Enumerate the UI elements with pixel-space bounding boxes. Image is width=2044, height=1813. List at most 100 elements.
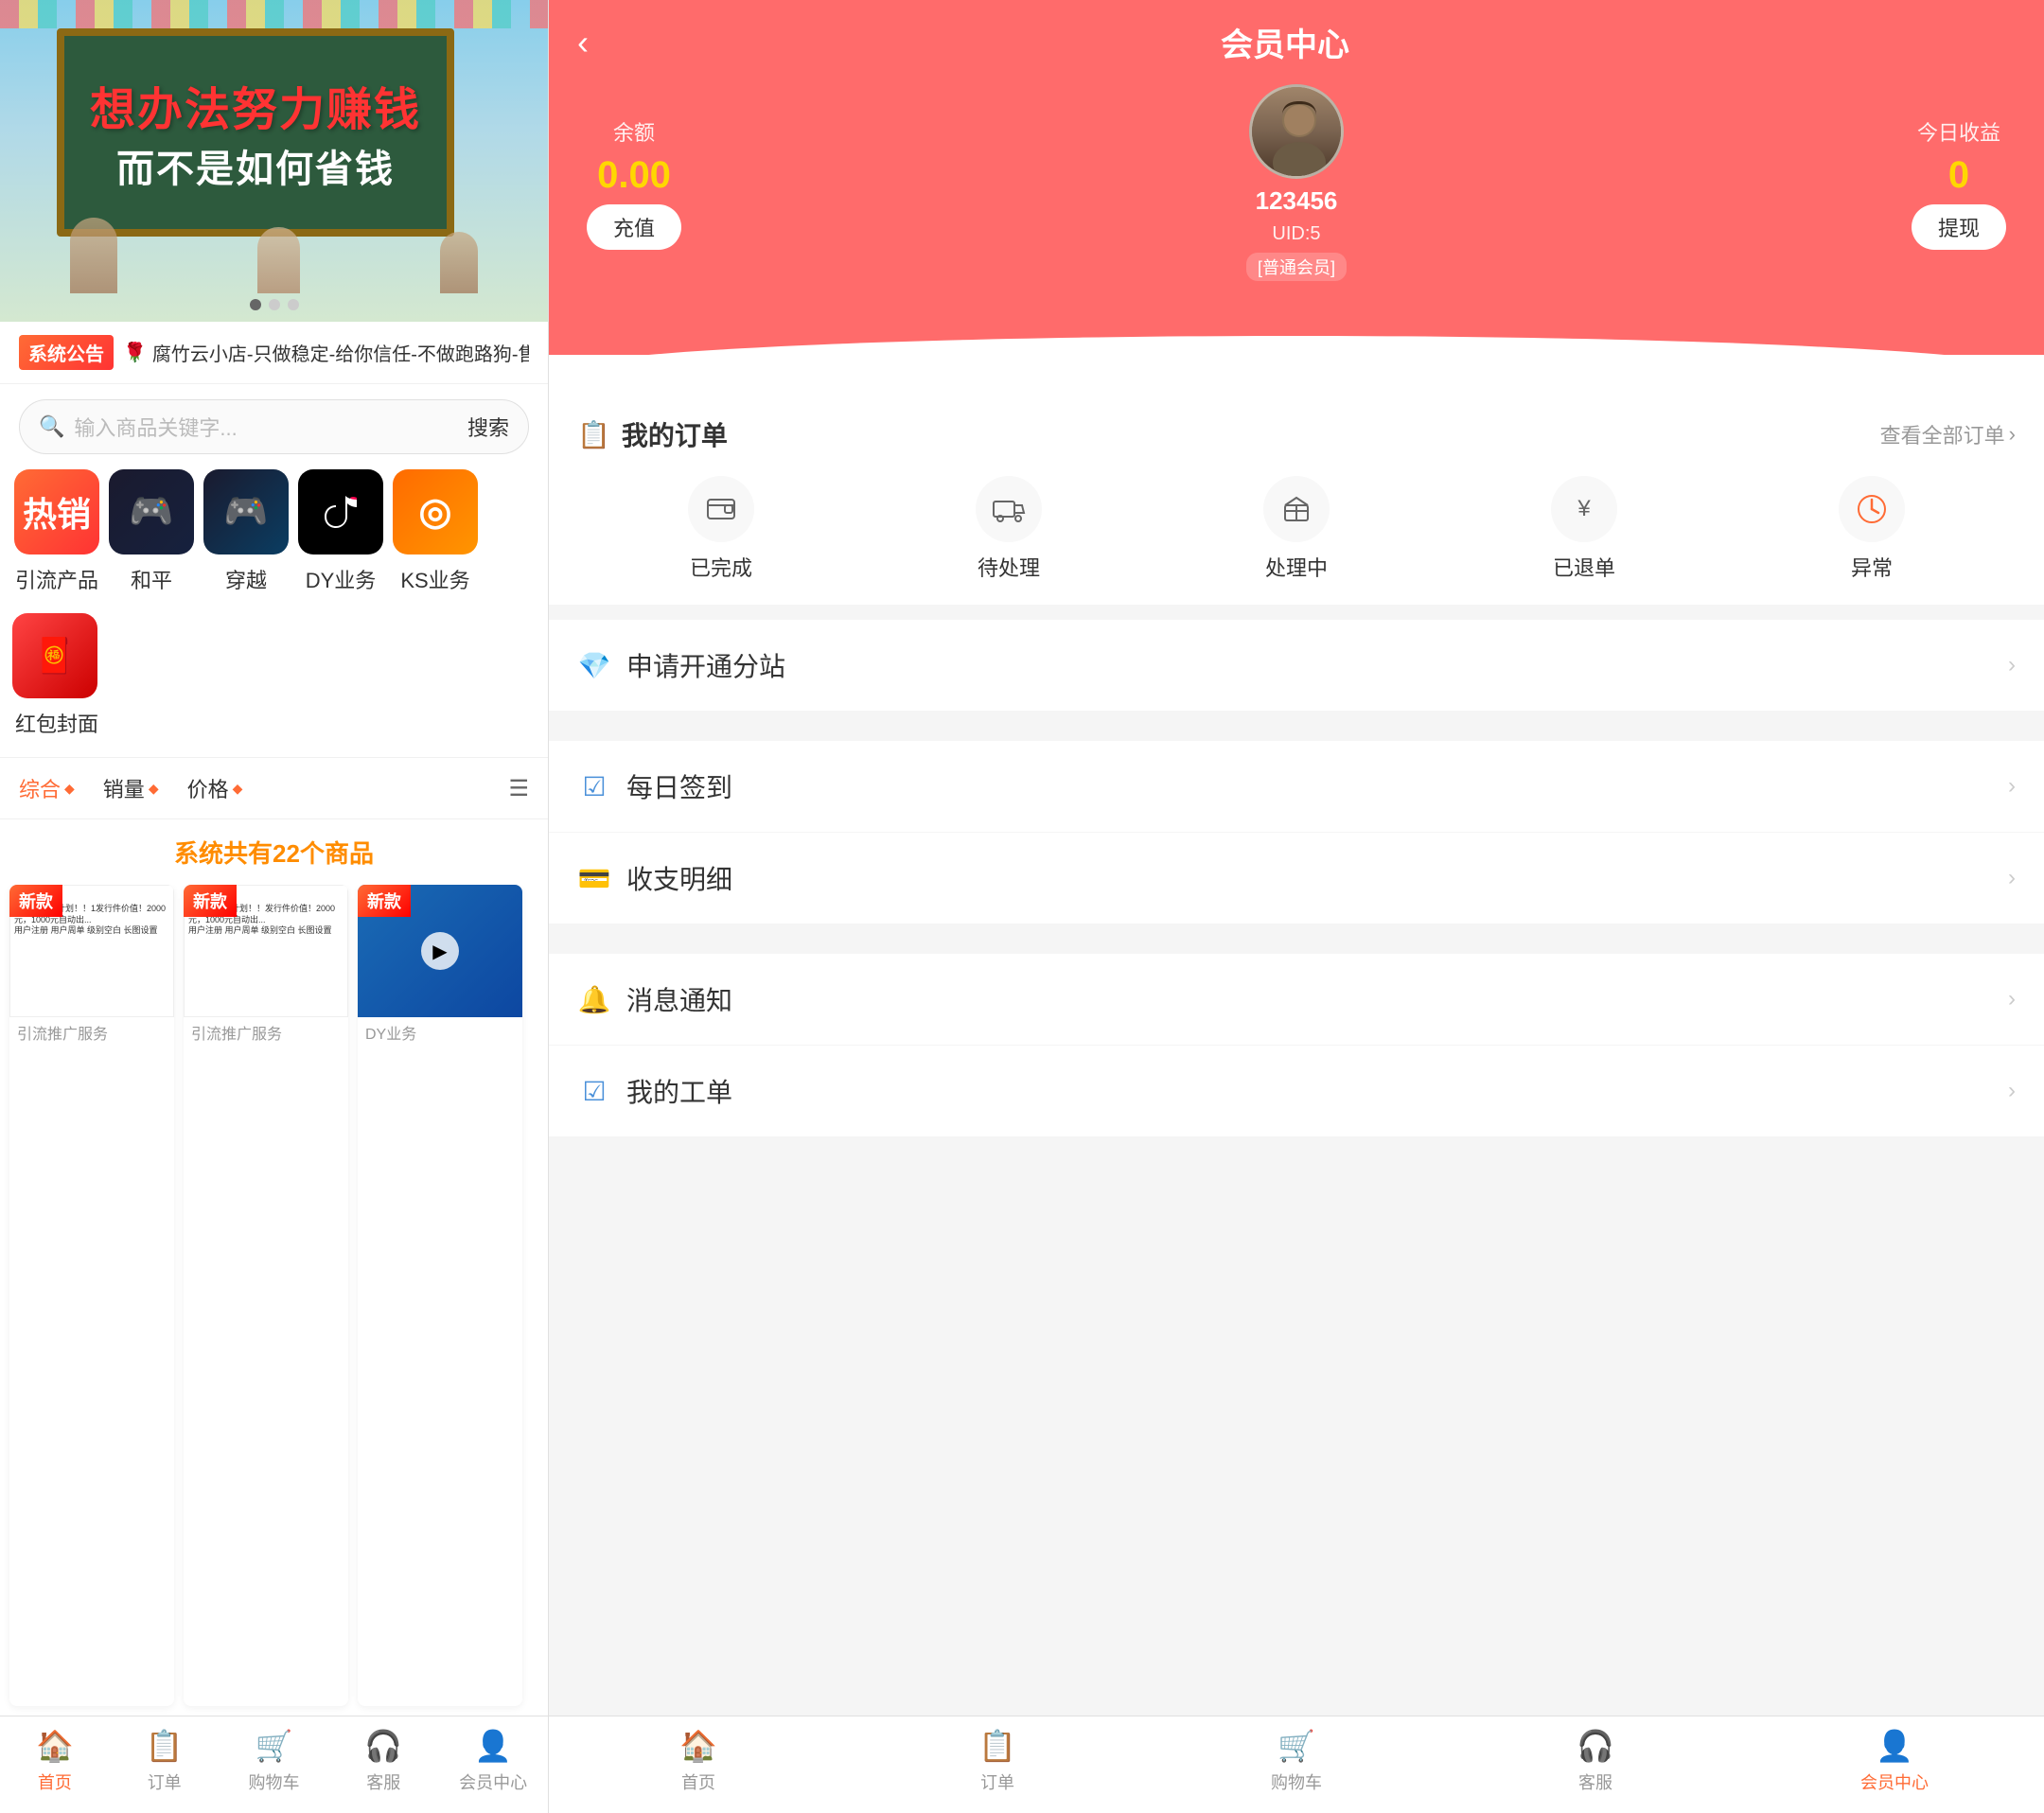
dot-3 — [288, 299, 299, 310]
search-placeholder[interactable]: 输入商品关键字... — [74, 412, 467, 442]
notification-label: 消息通知 — [626, 980, 2008, 1018]
avatar-image — [1252, 87, 1341, 176]
play-button: ▶ — [421, 932, 459, 970]
right-nav-service[interactable]: 🎧 客服 — [1446, 1728, 1745, 1794]
notification-icon: 🔔 — [577, 984, 611, 1015]
sort-composite[interactable]: 综合 ◆ — [19, 773, 75, 803]
menu-section: 💎 申请开通分站 › — [549, 620, 2044, 711]
user-uid: UID:5 — [1272, 223, 1320, 245]
status-processing[interactable]: 处理中 — [1263, 476, 1330, 582]
announcement-content: 腐竹云小店-只做稳定-给你信任-不做跑路狗-售后稳定 — [152, 339, 529, 366]
right-nav-order[interactable]: 📋 订单 — [848, 1728, 1147, 1794]
balance-amount: 0.00 — [597, 154, 671, 197]
product-card-info-2: 引流推广服务 — [184, 1017, 348, 1049]
balance-label: 余额 — [613, 116, 655, 147]
view-all-text: 查看全部订单 — [1880, 419, 2005, 449]
chuyue-icon: 🎮 — [223, 491, 268, 533]
heart-icon: 🌹 — [123, 341, 147, 364]
right-member-icon: 👤 — [1876, 1728, 1913, 1764]
diamond-icon-2: ◆ — [149, 781, 159, 797]
decorative-flags — [0, 0, 548, 28]
nav-order[interactable]: 📋 订单 — [110, 1728, 220, 1794]
checkin-icon: ☑ — [577, 771, 611, 802]
balance-section: 余额 0.00 充值 — [587, 116, 681, 250]
withdraw-button[interactable]: 提现 — [1912, 204, 2006, 250]
avatar — [1249, 84, 1344, 179]
finance-arrow: › — [2008, 865, 2016, 891]
status-pending[interactable]: 待处理 — [976, 476, 1042, 582]
nav-cart[interactable]: 🛒 购物车 — [220, 1728, 329, 1794]
notification-arrow: › — [2008, 986, 2016, 1012]
sort-price-label: 价格 — [187, 773, 229, 803]
banner-line1: 想办法努力赚钱 — [90, 72, 421, 138]
ks-icon: ◎ — [419, 490, 452, 534]
search-button[interactable]: 搜索 — [467, 412, 509, 442]
list-view-icon[interactable]: ☰ — [508, 775, 529, 802]
category-dy[interactable]: DY业务 — [293, 469, 388, 594]
status-cancelled[interactable]: ¥ 已退单 — [1551, 476, 1617, 582]
member-header: ‹ 会员中心 余额 0.00 充值 — [549, 0, 2044, 357]
status-icon-abnormal — [1839, 476, 1905, 542]
menu-worklist[interactable]: ☑ 我的工单 › — [549, 1046, 2044, 1136]
nav-member[interactable]: 👤 会员中心 — [438, 1728, 548, 1794]
status-label-completed: 已完成 — [690, 552, 752, 582]
product-count: 系统共有22个商品 — [0, 819, 548, 885]
status-icon-completed — [688, 476, 754, 542]
menu-notification[interactable]: 🔔 消息通知 › — [549, 954, 2044, 1046]
avatar-section: 123456 UID:5 [普通会员] — [1246, 84, 1347, 281]
hot-text: 热销 — [23, 487, 91, 537]
service-icon: 🎧 — [364, 1728, 402, 1764]
product-card-2[interactable]: 贯维精品货 云计算个人计划！！发行件价值！2000元，1000元自动出...用户… — [184, 885, 348, 1706]
announcement-text: 🌹 腐竹云小店-只做稳定-给你信任-不做跑路狗-售后稳定 🌹 — [123, 339, 529, 366]
right-content: 📋 我的订单 查看全部订单 › — [549, 393, 2044, 1716]
service-label: 客服 — [366, 1769, 400, 1794]
banner: 想办法努力赚钱 而不是如何省钱 — [0, 0, 548, 322]
nav-service[interactable]: 🎧 客服 — [328, 1728, 438, 1794]
right-cart-label: 购物车 — [1271, 1769, 1322, 1794]
recharge-button[interactable]: 充值 — [587, 204, 681, 250]
sort-price[interactable]: 价格 ◆ — [187, 773, 243, 803]
orders-title: 📋 我的订单 — [577, 415, 728, 453]
sort-sales[interactable]: 销量 ◆ — [103, 773, 159, 803]
status-icon-cancelled: ¥ — [1551, 476, 1617, 542]
wallet-icon — [704, 492, 738, 526]
status-label-pending: 待处理 — [978, 552, 1040, 582]
product-card-3[interactable]: ▶ 新款 DY业务 — [358, 885, 522, 1706]
category-heping[interactable]: 🎮 和平 — [104, 469, 199, 594]
category-hot[interactable]: 热销 引流产品 — [9, 469, 104, 594]
status-completed[interactable]: 已完成 — [688, 476, 754, 582]
nav-home[interactable]: 🏠 首页 — [0, 1728, 110, 1794]
red-packet-item[interactable]: 🧧 红包封面 — [9, 613, 99, 738]
menu-finance[interactable]: 💳 收支明细 › — [549, 833, 2044, 924]
search-bar[interactable]: 🔍 输入商品关键字... 搜索 — [19, 399, 529, 454]
right-nav-cart[interactable]: 🛒 购物车 — [1147, 1728, 1446, 1794]
menu-substation[interactable]: 💎 申请开通分站 › — [549, 620, 2044, 711]
member-icon: 👤 — [474, 1728, 512, 1764]
product-card-1[interactable]: 贯维精品货 云计算个人计划！！1发行件价值！2000元，1000元自动出...用… — [9, 885, 174, 1706]
category-chuyue[interactable]: 🎮 穿越 — [199, 469, 293, 594]
sort-bar: 综合 ◆ 销量 ◆ 价格 ◆ ☰ — [0, 757, 548, 819]
banner-line2: 而不是如何省钱 — [116, 138, 395, 193]
substation-label: 申请开通分站 — [626, 646, 2008, 684]
category-icon-chuyue: 🎮 — [203, 469, 289, 554]
member-label: 会员中心 — [459, 1769, 527, 1794]
status-label-abnormal: 异常 — [1851, 552, 1893, 582]
view-all-orders[interactable]: 查看全部订单 › — [1880, 419, 2016, 449]
right-nav-member[interactable]: 👤 会员中心 — [1745, 1728, 2044, 1794]
right-nav-home[interactable]: 🏠 首页 — [549, 1728, 848, 1794]
category-label-heping: 和平 — [131, 564, 172, 594]
header-top-row: ‹ 会员中心 — [577, 19, 2016, 65]
menu-checkin[interactable]: ☑ 每日签到 › — [549, 741, 2044, 833]
menu-section-2: ☑ 每日签到 › 💳 收支明细 › — [549, 741, 2044, 924]
substation-arrow: › — [2008, 652, 2016, 678]
back-button[interactable]: ‹ — [577, 23, 589, 62]
yuan-icon: ¥ — [1567, 492, 1601, 526]
status-abnormal[interactable]: 异常 — [1839, 476, 1905, 582]
figure-row — [0, 218, 548, 293]
view-all-arrow: › — [2009, 422, 2016, 447]
red-packet-label: 红包封面 — [14, 708, 99, 738]
category-ks[interactable]: ◎ KS业务 — [388, 469, 483, 594]
category-icon-heping: 🎮 — [109, 469, 194, 554]
right-home-label: 首页 — [681, 1769, 715, 1794]
product-card-info-1: 引流推广服务 — [9, 1017, 174, 1049]
